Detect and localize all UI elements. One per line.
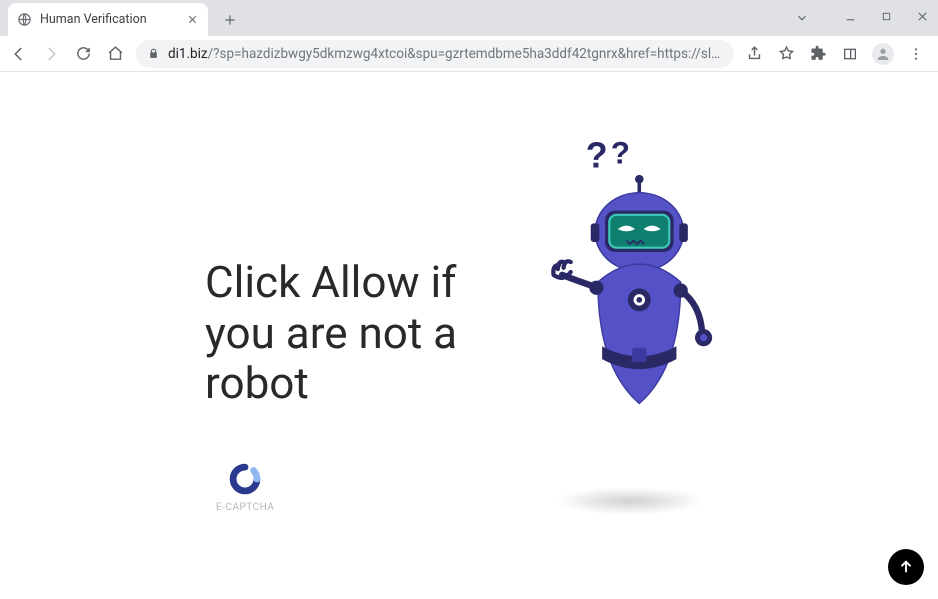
share-icon[interactable] <box>744 44 764 64</box>
scroll-to-top-button[interactable] <box>888 549 924 585</box>
back-button[interactable] <box>8 43 30 65</box>
tab-strip: Human Verification <box>0 0 938 36</box>
toolbar-right <box>744 43 930 65</box>
svg-text:?: ? <box>611 135 630 170</box>
ecaptcha-label: E-CAPTCHA <box>216 502 274 513</box>
ecaptcha-logo <box>228 462 262 496</box>
question-marks-icon: ? ? <box>586 135 630 175</box>
tab-search-button[interactable] <box>794 10 810 26</box>
home-button[interactable] <box>104 43 126 65</box>
reload-button[interactable] <box>72 43 94 65</box>
lock-icon <box>146 47 160 61</box>
new-tab-button[interactable] <box>216 6 244 34</box>
url-domain: di1.biz <box>168 46 208 62</box>
page-heading: Click Allow if you are not a robot <box>205 257 505 409</box>
minimize-icon[interactable] <box>840 6 860 26</box>
puzzle-icon[interactable] <box>808 44 828 64</box>
address-bar[interactable]: di1.biz/?sp=hazdizbwgy5dkmzwg4xtcoi&spu=… <box>136 40 734 68</box>
window-controls <box>840 6 932 26</box>
browser-tab[interactable]: Human Verification <box>8 3 208 36</box>
kebab-menu-icon[interactable] <box>906 44 926 64</box>
globe-icon <box>16 12 32 28</box>
tab-title: Human Verification <box>40 12 176 27</box>
ecaptcha-badge: E-CAPTCHA <box>216 462 274 513</box>
page-content: Click Allow if you are not a robot E-CAP… <box>0 72 938 599</box>
robot-illustration: ? ? <box>475 132 775 552</box>
window-close-icon[interactable] <box>912 6 932 26</box>
forward-button[interactable] <box>40 43 62 65</box>
close-icon[interactable] <box>184 12 200 28</box>
profile-avatar[interactable] <box>872 43 894 65</box>
star-icon[interactable] <box>776 44 796 64</box>
svg-text:?: ? <box>586 136 608 176</box>
maximize-icon[interactable] <box>876 6 896 26</box>
url-path: /?sp=hazdizbwgy5dkmzwg4xtcoi&spu=gzrtemd… <box>208 46 724 62</box>
browser-toolbar: di1.biz/?sp=hazdizbwgy5dkmzwg4xtcoi&spu=… <box>0 36 938 72</box>
side-panel-icon[interactable] <box>840 44 860 64</box>
url-text: di1.biz/?sp=hazdizbwgy5dkmzwg4xtcoi&spu=… <box>168 46 724 62</box>
